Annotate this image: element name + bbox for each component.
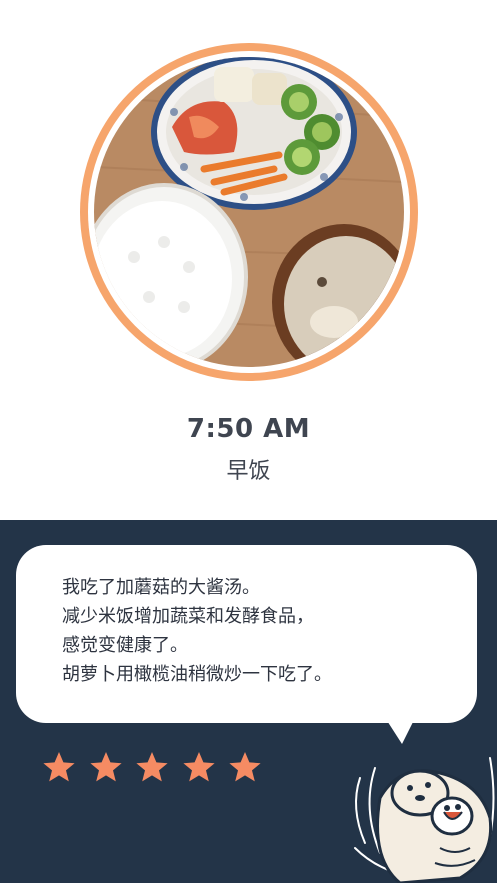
meal-time: 7:50 AM [186, 414, 311, 444]
speech-bubble: 我吃了加蘑菇的大酱汤。 减少米饭增加蔬菜和发酵食品， 感觉变健康了。 胡萝卜用橄… [16, 545, 477, 723]
star-icon[interactable] [135, 750, 169, 784]
star-icon[interactable] [228, 750, 262, 784]
otter-mascot-icon [354, 757, 495, 883]
star-icon[interactable] [89, 750, 123, 784]
star-icon[interactable] [42, 750, 76, 784]
meal-type: 早饭 [226, 459, 271, 484]
note-line: 我吃了加蘑菇的大酱汤。 [62, 577, 260, 598]
meal-note[interactable]: 我吃了加蘑菇的大酱汤。 减少米饭增加蔬菜和发酵食品， 感觉变健康了。 胡萝卜用橄… [62, 573, 462, 689]
meal-card-top: 7:50 AM 早饭 [0, 0, 497, 520]
meal-photo[interactable] [94, 57, 404, 367]
note-panel: 我吃了加蘑菇的大酱汤。 减少米饭增加蔬菜和发酵食品， 感觉变健康了。 胡萝卜用橄… [0, 520, 497, 883]
rating-stars[interactable] [42, 750, 275, 784]
note-line: 感觉变健康了。 [62, 635, 188, 656]
note-line: 胡萝卜用橄榄油稍微炒一下吃了。 [62, 664, 332, 685]
meal-photo-frame [80, 43, 418, 381]
star-icon[interactable] [182, 750, 216, 784]
note-line: 减少米饭增加蔬菜和发酵食品， [62, 606, 314, 627]
